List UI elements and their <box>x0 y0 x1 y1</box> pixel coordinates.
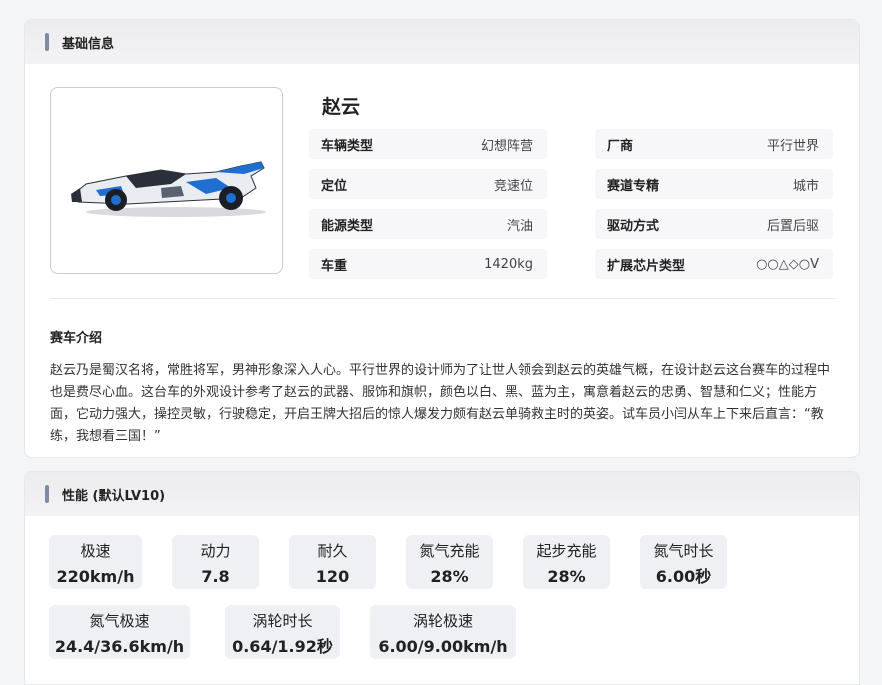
spec-key: 能源类型 <box>321 218 374 234</box>
spec-key: 赛道专精 <box>607 178 660 194</box>
stat-durability: 耐久 120 <box>289 535 376 589</box>
spec-key: 定位 <box>321 178 348 194</box>
spec-weight: 车重 1420kg <box>309 249 547 279</box>
spec-key: 驱动方式 <box>607 218 660 234</box>
section-accent-bar <box>45 33 49 51</box>
spec-track-specialty: 赛道专精 城市 <box>595 169 833 199</box>
basic-info-card: 基础信息 赵云 车辆类型 幻想阵营 厂商 平行世界 定位 竞速位 赛道专精 城市… <box>24 19 860 458</box>
stat-top-speed: 极速 220km/h <box>49 535 142 589</box>
race-car-icon <box>71 161 266 217</box>
stat-value: 7.8 <box>201 567 230 586</box>
spec-value: 竞速位 <box>493 178 533 194</box>
performance-card: 性能 (默认LV10) 极速 220km/h 动力 7.8 耐久 120 氮气充… <box>24 471 860 685</box>
stat-value: 28% <box>430 567 469 586</box>
stat-label: 耐久 <box>317 542 348 560</box>
stat-label: 动力 <box>200 542 231 560</box>
stat-value: 6.00秒 <box>655 567 712 586</box>
stat-start-charge: 起步充能 28% <box>523 535 610 589</box>
spec-position: 定位 竞速位 <box>309 169 547 199</box>
stat-value: 220km/h <box>56 567 135 586</box>
stat-value: 24.4/36.6km/h <box>54 637 185 656</box>
stat-value: 0.64/1.92秒 <box>232 637 333 656</box>
spec-value: 平行世界 <box>766 138 819 154</box>
intro-title: 赛车介绍 <box>50 331 103 346</box>
spec-drive-type: 驱动方式 后置后驱 <box>595 209 833 239</box>
spec-key: 车重 <box>321 258 348 274</box>
car-name: 赵云 <box>322 96 361 118</box>
spec-energy-type: 能源类型 汽油 <box>309 209 547 239</box>
basic-info-title: 基础信息 <box>62 36 115 52</box>
stat-label: 起步充能 <box>536 542 597 560</box>
spec-key: 厂商 <box>607 138 634 154</box>
stat-value: 6.00/9.00km/h <box>378 637 508 656</box>
performance-header: 性能 (默认LV10) <box>25 472 859 516</box>
spec-value: 汽油 <box>506 218 533 234</box>
stat-nitro-top-speed: 氮气极速 24.4/36.6km/h <box>49 605 190 659</box>
stat-label: 涡轮极速 <box>412 612 473 630</box>
spec-value: ○○△◇○V <box>756 256 819 272</box>
spec-chip-type: 扩展芯片类型 ○○△◇○V <box>595 249 833 279</box>
stat-nitro-charge: 氮气充能 28% <box>406 535 493 589</box>
stat-label: 涡轮时长 <box>252 612 313 630</box>
stat-turbo-top-speed: 涡轮极速 6.00/9.00km/h <box>370 605 516 659</box>
stat-value: 120 <box>315 567 350 586</box>
spec-value: 幻想阵营 <box>480 138 533 154</box>
stat-value: 28% <box>547 567 586 586</box>
car-image <box>50 87 283 274</box>
basic-info-header: 基础信息 <box>25 20 859 64</box>
stat-power: 动力 7.8 <box>172 535 259 589</box>
stat-label: 氮气充能 <box>419 542 480 560</box>
spec-key: 扩展芯片类型 <box>607 258 686 274</box>
spec-manufacturer: 厂商 平行世界 <box>595 129 833 159</box>
spec-vehicle-type: 车辆类型 幻想阵营 <box>309 129 547 159</box>
divider <box>50 298 836 299</box>
intro-text: 赵云乃是蜀汉名将，常胜将军，男神形象深入人心。平行世界的设计师为了让世人领会到赵… <box>50 363 831 444</box>
stat-turbo-duration: 涡轮时长 0.64/1.92秒 <box>225 605 340 659</box>
stat-nitro-duration: 氮气时长 6.00秒 <box>640 535 727 589</box>
stat-label: 氮气极速 <box>89 612 150 630</box>
spec-value: 后置后驱 <box>766 218 819 234</box>
stat-label: 极速 <box>80 542 111 560</box>
spec-key: 车辆类型 <box>321 138 374 154</box>
stat-label: 氮气时长 <box>653 542 714 560</box>
performance-title: 性能 (默认LV10) <box>62 488 166 504</box>
spec-value: 1420kg <box>484 256 533 272</box>
spec-value: 城市 <box>792 178 819 194</box>
section-accent-bar <box>45 485 49 503</box>
